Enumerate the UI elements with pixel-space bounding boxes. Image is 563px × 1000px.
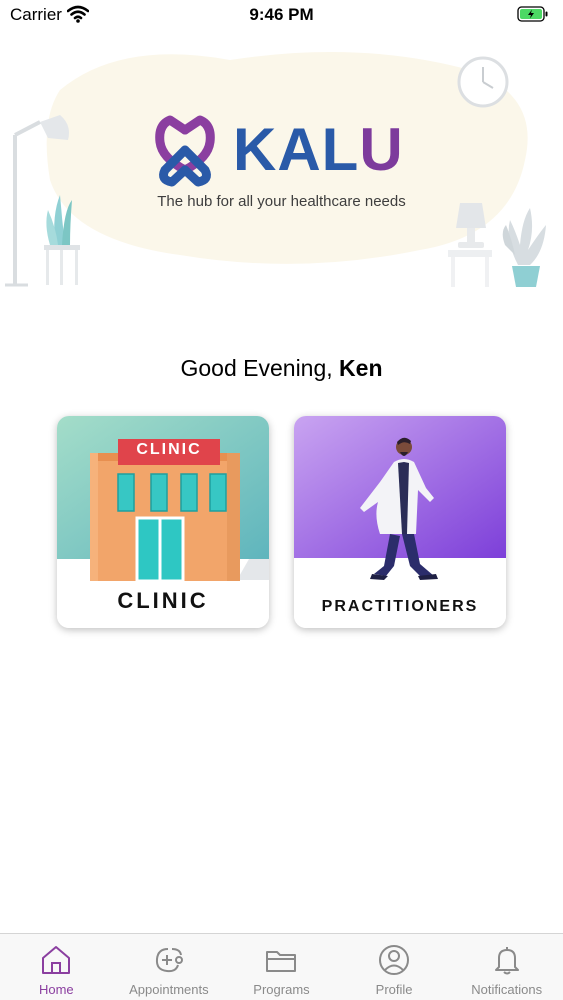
greeting: Good Evening, Ken xyxy=(0,355,563,382)
hero-banner: KALU The hub for all your healthcare nee… xyxy=(0,40,563,300)
clinic-card-label: CLINIC xyxy=(117,588,209,613)
stethoscope-icon xyxy=(155,948,183,973)
tab-programs[interactable]: Programs xyxy=(225,934,338,1000)
tab-appointments-label: Appointments xyxy=(129,982,209,997)
potted-plant-icon xyxy=(502,208,546,287)
bell-icon xyxy=(494,947,519,975)
doctor-walking-icon xyxy=(294,416,506,628)
clinic-sign: CLINIC xyxy=(136,441,202,458)
folder-icon xyxy=(266,951,297,972)
tab-notifications-label: Notifications xyxy=(471,982,543,997)
clinic-card[interactable]: CLINIC CLINIC xyxy=(57,416,269,628)
tab-bar: Home Appointments Programs Profile Notif… xyxy=(0,933,563,1000)
profile-icon xyxy=(379,945,410,975)
tab-appointments[interactable]: Appointments xyxy=(113,934,226,1000)
tab-programs-label: Programs xyxy=(253,982,310,997)
greeting-prefix: Good Evening, xyxy=(180,355,333,381)
wall-clock-icon xyxy=(457,56,509,108)
brand-tagline: The hub for all your healthcare needs xyxy=(157,193,406,210)
tab-home[interactable]: Home xyxy=(0,934,113,1000)
tab-notifications[interactable]: Notifications xyxy=(450,934,563,1000)
brand-name: KALU xyxy=(233,120,404,180)
tab-home-label: Home xyxy=(38,982,74,997)
home-icon xyxy=(42,946,71,974)
practitioners-card-label: PRACTITIONERS xyxy=(321,598,479,615)
greeting-name: Ken xyxy=(339,355,383,381)
tab-profile[interactable]: Profile xyxy=(338,934,451,1000)
battery-icon xyxy=(517,6,548,22)
tab-profile-label: Profile xyxy=(375,982,413,997)
brand-name-accent: U xyxy=(359,116,404,183)
status-bar: Carrier 9:46 PM xyxy=(0,0,563,30)
practitioners-card[interactable]: PRACTITIONERS xyxy=(294,416,506,628)
status-time: 9:46 PM xyxy=(249,5,314,24)
brand-name-primary: KAL xyxy=(233,116,360,183)
